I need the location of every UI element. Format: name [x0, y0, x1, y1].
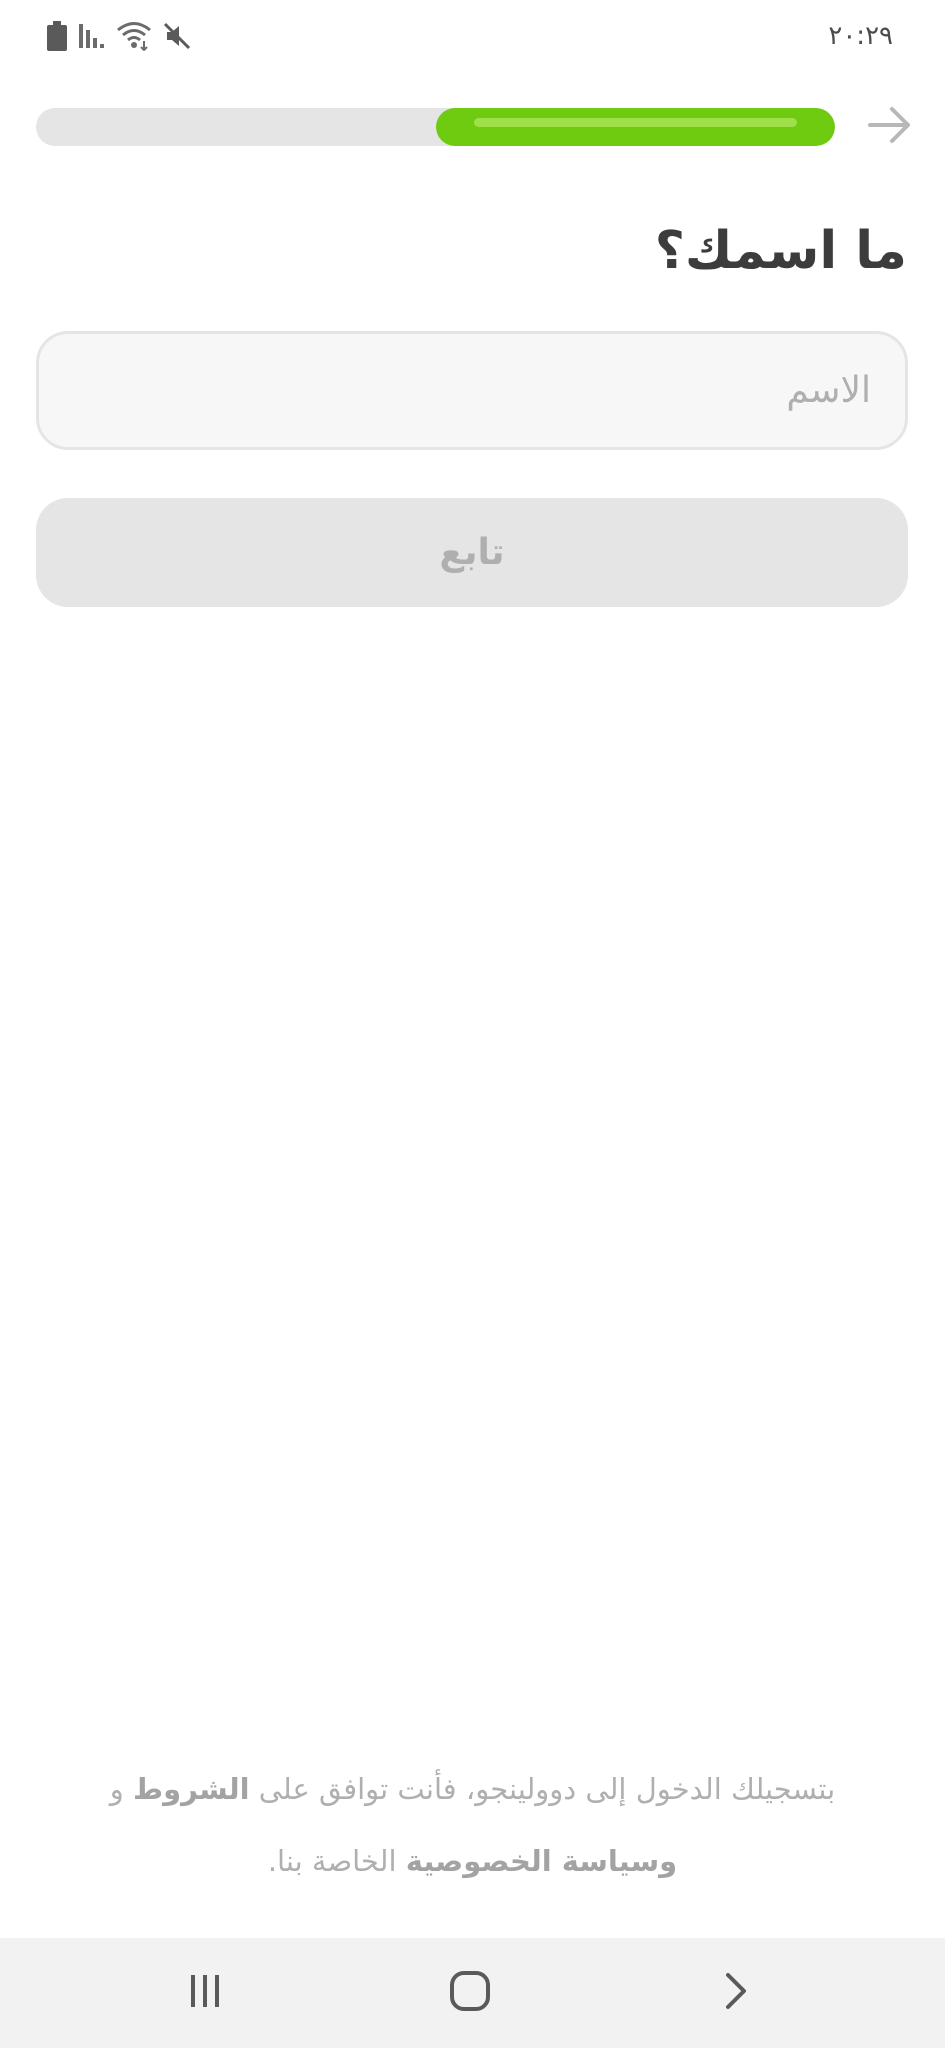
home-button[interactable] — [425, 1958, 515, 2028]
progress-highlight — [473, 118, 797, 127]
progress-fill — [435, 108, 835, 146]
back-button[interactable] — [690, 1958, 780, 2028]
name-field[interactable] — [36, 331, 908, 450]
status-icons — [46, 18, 202, 54]
continue-button[interactable]: تابع — [36, 498, 908, 607]
mute-icon — [162, 21, 192, 51]
navigation-bar — [0, 1938, 945, 2048]
screen: ٢٠:٢٩ ما اسمك؟ تابع بتسجيلك الدخول إلى د… — [0, 0, 945, 2048]
status-bar: ٢٠:٢٩ — [0, 0, 945, 70]
back-icon — [720, 1969, 750, 2017]
status-time: ٢٠:٢٩ — [828, 21, 893, 51]
recent-apps-button[interactable] — [160, 1958, 250, 2028]
forward-button[interactable] — [858, 98, 922, 156]
battery-icon — [46, 21, 68, 51]
legal-text: بتسجيلك الدخول إلى دوولينجو، فأنت توافق … — [60, 1753, 885, 1897]
terms-link[interactable]: الشروط — [133, 1772, 250, 1806]
privacy-policy-link[interactable]: وسياسة الخصوصية — [406, 1844, 677, 1878]
legal-text-part-1: بتسجيلك الدخول إلى دوولينجو، فأنت توافق … — [249, 1772, 836, 1806]
recent-apps-icon — [185, 1971, 225, 2015]
home-icon — [448, 1969, 492, 2017]
arrow-right-icon — [866, 105, 914, 149]
progress-bar — [36, 108, 835, 146]
signal-icon — [78, 22, 106, 50]
wifi-icon — [116, 21, 152, 51]
legal-text-part-2: و — [109, 1772, 133, 1806]
page-title: ما اسمك؟ — [654, 221, 907, 281]
name-input[interactable] — [39, 334, 905, 447]
legal-text-part-3: الخاصة بنا. — [267, 1844, 406, 1878]
